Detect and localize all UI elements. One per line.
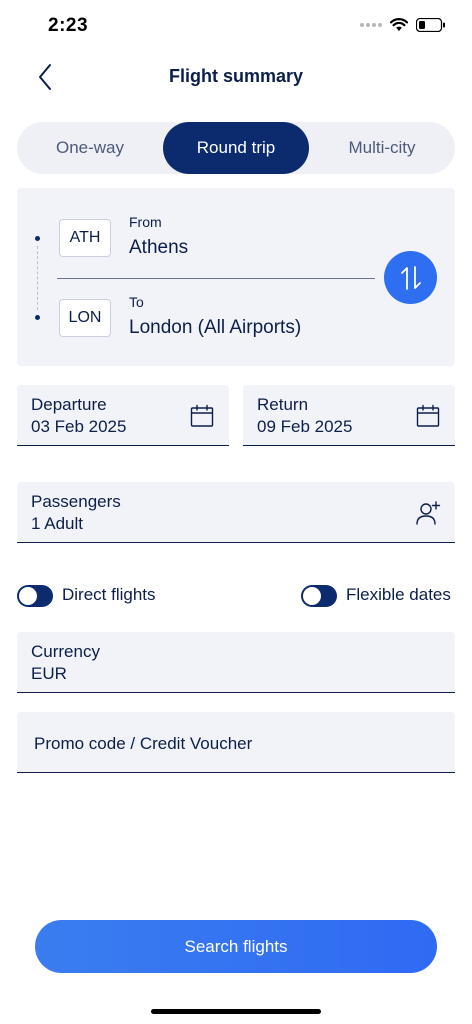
battery-icon — [416, 18, 445, 32]
promo-code-placeholder: Promo code / Credit Voucher — [34, 734, 253, 753]
passengers-field[interactable]: Passengers 1 Adult — [17, 482, 455, 543]
direct-flights-label: Direct flights — [62, 585, 156, 604]
return-value: 09 Feb 2025 — [257, 417, 353, 436]
calendar-icon — [189, 403, 215, 429]
return-date-field[interactable]: Return 09 Feb 2025 — [243, 385, 455, 446]
signal-dots-icon — [360, 23, 382, 27]
page-title: Flight summary — [168, 66, 304, 86]
return-label: Return — [257, 395, 309, 414]
departure-label: Departure — [31, 395, 107, 414]
home-indicator — [151, 1009, 321, 1014]
departure-date-field[interactable]: Departure 03 Feb 2025 — [17, 385, 229, 446]
search-flights-button[interactable]: Search flights — [35, 920, 437, 973]
flexible-dates-label: Flexible dates — [346, 585, 451, 604]
status-bar: 2:23 — [0, 0, 472, 54]
passengers-label: Passengers — [31, 492, 121, 511]
swap-route-button[interactable] — [384, 251, 437, 304]
departure-value: 03 Feb 2025 — [31, 417, 127, 436]
destination-city[interactable]: London (All Airports) — [129, 317, 301, 339]
direct-flights-toggle[interactable] — [17, 585, 53, 607]
route-divider — [57, 278, 375, 279]
tab-multi-city[interactable]: Multi-city — [309, 122, 455, 174]
nav-header: Flight summary — [0, 54, 472, 100]
wifi-icon — [390, 18, 408, 31]
destination-code[interactable]: LON — [59, 299, 111, 337]
from-label: From — [129, 214, 162, 230]
origin-code[interactable]: ATH — [59, 219, 111, 257]
add-person-icon — [415, 500, 441, 526]
flexible-dates-toggle[interactable] — [301, 585, 337, 607]
calendar-icon — [415, 403, 441, 429]
route-dash-line — [37, 246, 38, 310]
destination-dot — [35, 315, 40, 320]
to-label: To — [129, 294, 144, 310]
origin-dot — [35, 236, 40, 241]
currency-value: EUR — [31, 664, 67, 683]
tab-one-way[interactable]: One-way — [17, 122, 163, 174]
swap-arrows-icon — [400, 265, 421, 290]
status-icons — [360, 18, 446, 32]
currency-field[interactable]: Currency EUR — [17, 632, 455, 693]
passengers-value: 1 Adult — [31, 514, 83, 533]
currency-label: Currency — [31, 642, 100, 661]
promo-code-input[interactable]: Promo code / Credit Voucher — [17, 712, 455, 773]
origin-city[interactable]: Athens — [129, 237, 188, 259]
trip-type-selector: One-way Round trip Multi-city — [17, 122, 455, 174]
tab-round-trip[interactable]: Round trip — [163, 122, 309, 174]
status-time: 2:23 — [48, 15, 89, 36]
